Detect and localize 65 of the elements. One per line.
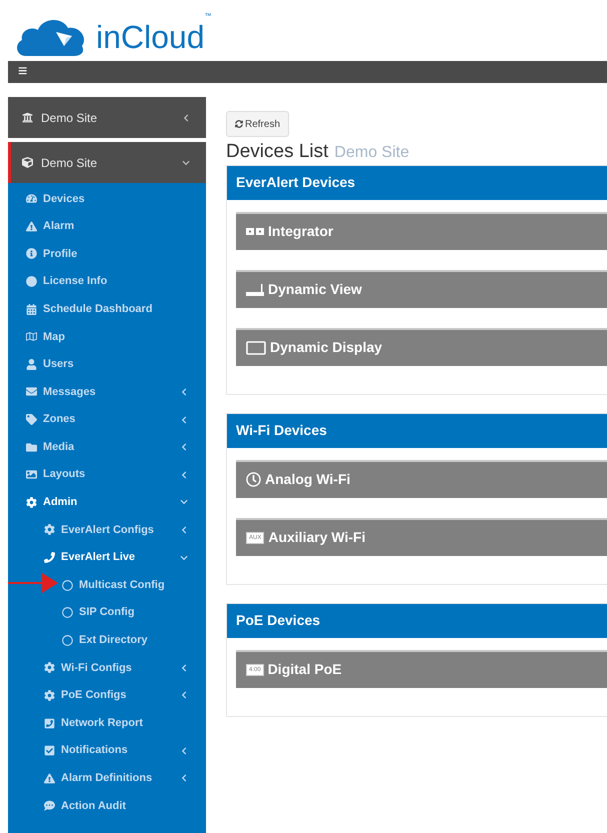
tag-icon (26, 414, 37, 426)
panel-header: PoE Devices (227, 604, 607, 638)
device-row[interactable]: Dynamic View (236, 270, 607, 308)
folder-icon (26, 442, 37, 453)
sidebar-item[interactable]: License Info (26, 268, 188, 296)
cube-icon (22, 157, 33, 168)
settings-icon (44, 662, 55, 674)
phone-icon (44, 718, 55, 729)
menu-button[interactable]: ≡ (18, 64, 28, 80)
user-icon (26, 358, 37, 370)
device-row[interactable]: Analog Wi-Fi (236, 460, 607, 498)
refresh-button[interactable]: Refresh (226, 111, 290, 137)
image-icon (26, 469, 37, 480)
logo-text: inCloud (96, 21, 205, 53)
chat-icon (44, 800, 55, 812)
sidebar-item[interactable]: Profile (26, 240, 188, 268)
sidebar-item[interactable]: SIP Config (62, 598, 188, 626)
screen-icon (246, 340, 266, 355)
map-icon (26, 331, 37, 342)
sidebar-item[interactable]: Media (26, 433, 188, 461)
sidebar-item[interactable]: EverAlert Live (44, 544, 188, 572)
site-menu-item[interactable]: Demo Site (8, 97, 206, 138)
sidebar-item[interactable]: EverAlert Configs (44, 516, 188, 544)
sidebar-item[interactable]: Alarm (26, 212, 188, 240)
sidebar-item[interactable]: Ext Directory (62, 626, 188, 654)
sidebar-item[interactable]: Multicast Config (62, 571, 188, 599)
sidebar-item[interactable]: Messages (26, 378, 188, 406)
gauge-icon (26, 193, 37, 204)
panel-header: Wi-Fi Devices (227, 414, 607, 448)
display-bar-icon (246, 284, 264, 296)
device-row[interactable]: Integrator (236, 212, 607, 250)
sidebar-item[interactable]: Schedule Dashboard (26, 295, 188, 323)
warning-icon (44, 772, 55, 784)
settings-icon (26, 496, 37, 508)
warning-icon (26, 220, 37, 232)
dot-icon (26, 276, 37, 288)
site-menu-item[interactable]: Demo Site (8, 142, 206, 183)
sidebar-item[interactable]: Notifications (44, 736, 188, 764)
page-title: Devices List (226, 140, 328, 164)
settings-icon (44, 690, 55, 701)
sidebar-item[interactable]: PoE Configs (44, 682, 188, 710)
connector-icon (246, 227, 264, 236)
sidebar-item[interactable]: Users (26, 350, 188, 378)
checkbox-icon (44, 745, 55, 756)
sidebar-item[interactable]: Alarm Definitions (44, 764, 188, 792)
page-subtitle: Demo Site (334, 143, 410, 163)
sidebar-item[interactable]: Action Audit (44, 792, 188, 820)
sidebar-item[interactable]: Network Report (44, 709, 188, 737)
sidebar-item[interactable]: Zones (26, 406, 188, 434)
sidebar-item[interactable]: Map (26, 322, 188, 351)
sidebar-item[interactable]: Wi-Fi Configs (44, 654, 188, 682)
sidebar-item[interactable]: Layouts (26, 460, 188, 489)
sidebar-item[interactable]: Devices (26, 185, 188, 213)
panel-header: EverAlert Devices (227, 166, 607, 200)
sidebar-item[interactable]: Admin (26, 488, 188, 516)
pointer-arrow (8, 572, 58, 594)
bank-icon (22, 112, 33, 123)
refresh-icon (235, 120, 243, 128)
calendar-icon (26, 304, 37, 315)
device-row[interactable]: Dynamic Display (236, 328, 607, 366)
settings-icon (44, 524, 55, 536)
phone-icon (44, 552, 55, 564)
clock-icon (246, 472, 261, 488)
envelope-icon (26, 386, 37, 398)
info-icon (26, 248, 37, 260)
